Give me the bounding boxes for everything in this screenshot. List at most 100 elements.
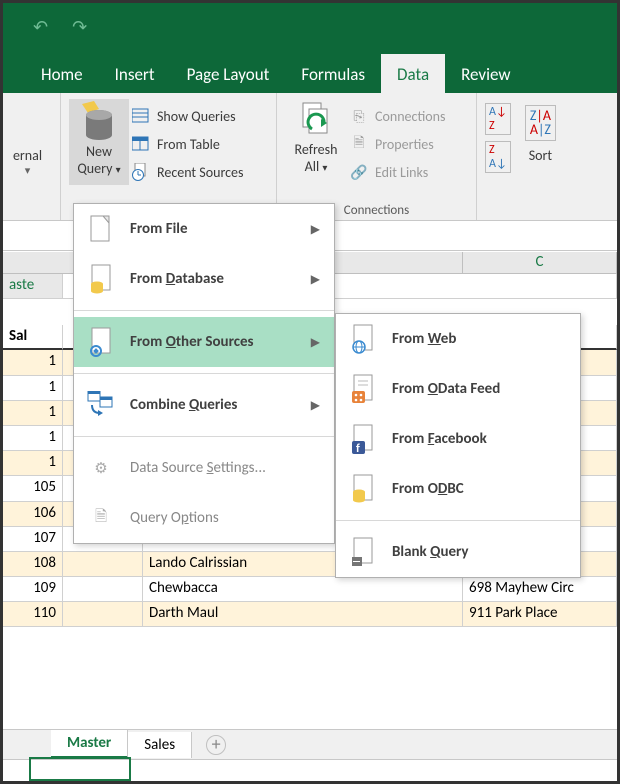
- connections-label: Connections: [375, 108, 445, 125]
- cell-id[interactable]: 105: [3, 476, 63, 501]
- external-label: ernal: [13, 147, 42, 164]
- sort-desc-icon[interactable]: ZA↓: [485, 141, 511, 173]
- tab-page-layout[interactable]: Page Layout: [171, 54, 286, 93]
- ribbon-tabs: Home Insert Page Layout Formulas Data Re…: [3, 51, 617, 93]
- refresh-icon: [299, 101, 333, 141]
- menu-from-web[interactable]: From Web: [336, 314, 580, 364]
- odata-icon: [348, 374, 378, 404]
- blank-query-icon: [348, 537, 378, 567]
- menu-data-source-settings[interactable]: ⚙ Data Source Settings...: [74, 443, 334, 493]
- new-query-button[interactable]: New Query ▾: [69, 99, 129, 185]
- cell-id[interactable]: 107: [3, 527, 63, 552]
- svg-text:f: f: [356, 442, 360, 454]
- tab-formulas[interactable]: Formulas: [285, 54, 381, 93]
- connections-icon: ⎘: [349, 106, 369, 126]
- tab-insert[interactable]: Insert: [99, 54, 171, 93]
- cell-name[interactable]: Chewbacca: [143, 577, 463, 602]
- sort-label: Sort: [529, 147, 552, 164]
- cell-addr[interactable]: 911 Park Place: [463, 602, 617, 627]
- odbc-icon: [348, 474, 378, 504]
- show-queries-label: Show Queries: [157, 108, 236, 125]
- from-table-label: From Table: [157, 136, 220, 153]
- database-file-icon: [86, 264, 116, 294]
- menu-from-other-sources-label: From Other Sources: [130, 333, 297, 351]
- sheet-tab-sales[interactable]: Sales: [128, 732, 192, 758]
- header-sal[interactable]: Sal: [3, 325, 63, 350]
- menu-combine-queries[interactable]: Combine Queries ▶: [74, 380, 334, 430]
- recent-sources-button[interactable]: Recent Sources: [129, 159, 246, 185]
- combine-icon: [86, 390, 116, 420]
- cell-id[interactable]: 1: [3, 426, 63, 451]
- tab-review[interactable]: Review: [445, 54, 526, 93]
- web-icon: [348, 324, 378, 354]
- sheet-tab-add[interactable]: +: [206, 735, 226, 755]
- menu-blank-query-label: Blank Query: [392, 543, 566, 561]
- menu-from-odbc-label: From ODBC: [392, 480, 566, 498]
- edit-links-icon: 🔗: [349, 162, 369, 182]
- menu-qopt-label: Query Options: [130, 509, 320, 527]
- other-sources-submenu: From Web From OData Feed f From Facebook…: [335, 313, 581, 578]
- recent-sources-label: Recent Sources: [157, 164, 244, 181]
- chevron-right-icon: ▶: [311, 398, 320, 413]
- show-queries-icon: [131, 106, 151, 126]
- cell-id[interactable]: 109: [3, 577, 63, 602]
- redo-icon[interactable]: ↷: [72, 16, 87, 38]
- sort-button[interactable]: Z|A A|Z Sort: [519, 103, 562, 166]
- cell-gap[interactable]: [63, 577, 143, 602]
- chevron-right-icon: ▶: [311, 335, 320, 350]
- properties-label: Properties: [375, 136, 434, 153]
- show-queries-button[interactable]: Show Queries: [129, 103, 246, 129]
- other-sources-icon: [86, 327, 116, 357]
- external-data-button[interactable]: ernal ▾: [3, 99, 52, 179]
- undo-icon[interactable]: ↶: [33, 16, 48, 38]
- cell-id[interactable]: 1: [3, 350, 63, 375]
- menu-query-options[interactable]: 🗎 Query Options: [74, 493, 334, 543]
- options-icon: 🗎: [86, 503, 116, 533]
- selected-cell[interactable]: [29, 757, 131, 781]
- refresh-all-button[interactable]: Refresh All ▾: [285, 99, 347, 199]
- facebook-icon: f: [348, 424, 378, 454]
- menu-from-database-label: From Database: [130, 270, 297, 288]
- ribbon: ernal ▾ New Query ▾: [3, 93, 617, 221]
- menu-from-database[interactable]: From Database ▶: [74, 254, 334, 304]
- cell-id[interactable]: 108: [3, 552, 63, 577]
- cell-id[interactable]: 106: [3, 502, 63, 527]
- cell-id[interactable]: 1: [3, 401, 63, 426]
- cell-aster[interactable]: aste: [3, 274, 63, 299]
- cell-id[interactable]: 1: [3, 451, 63, 476]
- cell-id[interactable]: 110: [3, 602, 63, 627]
- cell-gap[interactable]: [63, 602, 143, 627]
- chevron-right-icon: ▶: [311, 272, 320, 287]
- menu-from-odbc[interactable]: From ODBC: [336, 464, 580, 514]
- properties-button: 🗎 Properties: [347, 131, 447, 157]
- cell-name[interactable]: Darth Maul: [143, 602, 463, 627]
- connections-button[interactable]: ⎘ Connections: [347, 103, 447, 129]
- title-bar: ↶ ↷: [3, 3, 617, 51]
- menu-blank-query[interactable]: Blank Query: [336, 527, 580, 577]
- sort-asc-icon[interactable]: A↓Z: [485, 103, 511, 135]
- menu-from-odata[interactable]: From OData Feed: [336, 364, 580, 414]
- settings-icon: ⚙: [86, 453, 116, 483]
- database-icon: [82, 101, 116, 143]
- cell-gap[interactable]: [63, 552, 143, 577]
- new-query-label1: New: [86, 143, 112, 160]
- menu-from-file[interactable]: From File ▶: [74, 204, 334, 254]
- menu-dss-label: Data Source Settings...: [130, 459, 320, 477]
- tab-data[interactable]: Data: [381, 54, 445, 93]
- sheet-tab-master[interactable]: Master: [51, 730, 128, 759]
- refresh-label2: All: [305, 158, 320, 175]
- recent-sources-icon: [131, 162, 151, 182]
- table-row[interactable]: 110 Darth Maul911 Park Place: [3, 602, 617, 627]
- chevron-right-icon: ▶: [311, 222, 320, 237]
- col-header-c[interactable]: C: [463, 252, 617, 274]
- menu-from-facebook[interactable]: f From Facebook: [336, 414, 580, 464]
- tab-home[interactable]: Home: [25, 54, 99, 93]
- new-query-menu: From File ▶ From Database ▶ From Other S…: [73, 203, 335, 544]
- table-row[interactable]: 109 Chewbacca698 Mayhew Circ: [3, 577, 617, 602]
- menu-from-other-sources[interactable]: From Other Sources ▶: [74, 317, 334, 367]
- from-table-button[interactable]: From Table: [129, 131, 246, 157]
- cell-id[interactable]: 1: [3, 376, 63, 401]
- refresh-label1: Refresh: [295, 141, 338, 158]
- cell-addr[interactable]: 698 Mayhew Circ: [463, 577, 617, 602]
- menu-from-odata-label: From OData Feed: [392, 380, 566, 398]
